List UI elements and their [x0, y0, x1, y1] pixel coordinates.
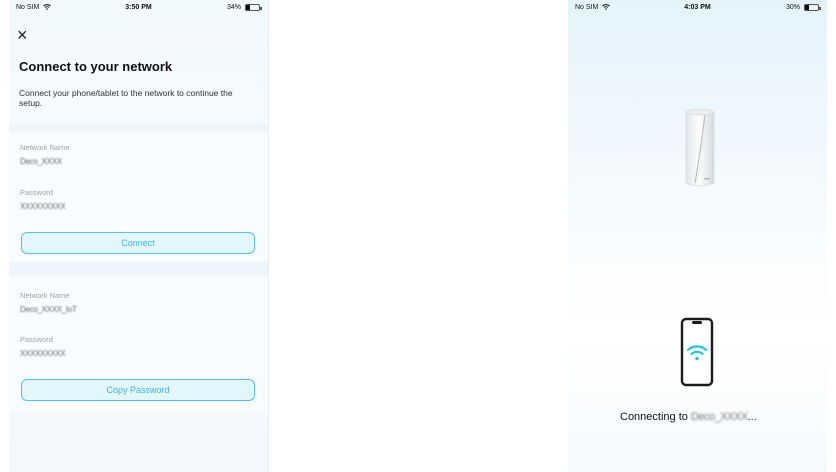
status-bar: No SIM 3:50 PM 34% [9, 0, 268, 20]
battery-percent: 30% [785, 4, 800, 11]
section-divider [9, 262, 268, 276]
close-icon[interactable]: × [17, 26, 28, 44]
battery-level [246, 5, 251, 10]
connecting-suffix: ... [747, 411, 757, 423]
battery-icon [804, 4, 821, 11]
copy-password-button[interactable]: Copy Password [21, 379, 255, 401]
connect-network-screen: No SIM 3:50 PM 34% × Connect to your net… [9, 0, 269, 472]
network-name-value: Deco_XXXX_IoT [20, 305, 77, 314]
page-title: Connect to your network [19, 59, 173, 74]
network-name-value: Deco_XXXX [20, 157, 62, 166]
connecting-prefix: Connecting to [620, 411, 688, 423]
page-subtitle: Connect your phone/tablet to the network… [19, 88, 233, 108]
battery-level [805, 5, 809, 10]
connecting-ssid: Deco_XXXX [690, 411, 748, 423]
battery-icon [245, 4, 262, 11]
battery-percent: 34% [226, 4, 241, 11]
network-name-label: Network Name [20, 143, 70, 152]
password-label: Password [20, 335, 53, 344]
network-name-label: Network Name [20, 291, 70, 300]
password-value: XXXXXXXXX [20, 202, 66, 211]
phone-icon [680, 317, 714, 387]
deco-router-icon [685, 108, 715, 187]
network-card-1: Network Name Deco_XXXX Password XXXXXXXX… [9, 132, 268, 262]
connecting-screen: No SIM 4:03 PM 30% Connecting to Deco_XX… [568, 0, 827, 472]
connect-button[interactable]: Connect [21, 232, 255, 254]
status-bar: No SIM 4:03 PM 30% [568, 0, 827, 20]
connecting-status: Connecting to Deco_XXXX... [620, 411, 757, 423]
section-divider [9, 124, 268, 132]
network-card-2: Network Name Deco_XXXX_IoT Password XXXX… [9, 276, 268, 412]
password-label: Password [20, 188, 53, 197]
password-value: XXXXXXXXX [20, 349, 66, 358]
